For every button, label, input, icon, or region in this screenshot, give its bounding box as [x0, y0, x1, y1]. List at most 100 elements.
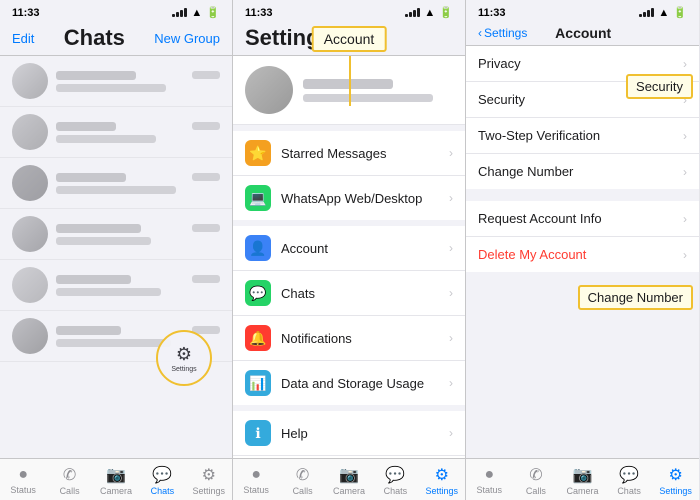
account-row-delete[interactable]: Delete My Account ›: [466, 237, 699, 272]
battery-icon: 🔋: [439, 6, 453, 19]
status-icons-2: ▲ 🔋: [405, 6, 453, 19]
chat-text: [56, 71, 220, 92]
tab-calls[interactable]: ✆ Calls: [52, 465, 88, 496]
chat-list: [0, 56, 232, 362]
status-icon: ●: [18, 466, 28, 484]
settings-row-starred[interactable]: ⭐ Starred Messages ›: [233, 131, 465, 176]
tab-settings-3[interactable]: ⚙ Settings: [658, 465, 694, 496]
chat-item[interactable]: [0, 209, 232, 260]
signal-icon: [405, 8, 420, 17]
settings-icon: ⚙: [202, 465, 216, 485]
time-1: 11:33: [12, 7, 40, 19]
tab-status-3[interactable]: ● Status: [471, 466, 507, 495]
calls-icon: ✆: [63, 465, 76, 485]
signal-icon: [172, 8, 187, 17]
chevron-icon: ›: [449, 146, 453, 160]
status-bar-3: 11:33 ▲ 🔋: [466, 0, 699, 21]
chevron-icon: ›: [683, 57, 687, 71]
status-icons-1: ▲ 🔋: [172, 6, 220, 19]
avatar: [12, 216, 48, 252]
tab-chats[interactable]: 💬 Chats: [144, 465, 180, 496]
settings-row-account[interactable]: 👤 Account ›: [233, 226, 465, 271]
starred-icon: ⭐: [245, 140, 271, 166]
tab-status-2[interactable]: ● Status: [238, 466, 274, 495]
chats-icon: 💬: [619, 465, 639, 485]
camera-icon: 📷: [339, 465, 359, 485]
settings-section-1: ⭐ Starred Messages › 💻 WhatsApp Web/Desk…: [233, 131, 465, 220]
chat-item[interactable]: [0, 107, 232, 158]
chat-item[interactable]: [0, 260, 232, 311]
chat-text: [56, 275, 220, 296]
camera-icon: 📷: [106, 465, 126, 485]
tab-settings-2[interactable]: ⚙ Settings: [424, 465, 460, 496]
tab-camera-label: Camera: [333, 486, 365, 496]
chat-item[interactable]: [0, 56, 232, 107]
two-step-label: Two-Step Verification: [478, 128, 683, 143]
changenumber-label: Change Number: [478, 164, 683, 179]
account-row-changenumber[interactable]: Change Number ›: [466, 154, 699, 189]
new-group-button[interactable]: New Group: [154, 31, 220, 46]
chat-text: [56, 122, 220, 143]
user-name-blur: [303, 79, 393, 89]
settings-row-chats[interactable]: 💬 Chats ›: [233, 271, 465, 316]
help-icon: ℹ: [245, 420, 271, 446]
tab-settings-label: Settings: [659, 486, 692, 496]
data-icon: 📊: [245, 370, 271, 396]
settings-icon: ⚙: [435, 465, 449, 485]
chevron-icon: ›: [683, 165, 687, 179]
battery-icon: 🔋: [673, 6, 687, 19]
web-icon: 💻: [245, 185, 271, 211]
account-row-2step[interactable]: Two-Step Verification ›: [466, 118, 699, 154]
settings-row-help[interactable]: ℹ Help ›: [233, 411, 465, 456]
tab-status[interactable]: ● Status: [5, 466, 41, 495]
data-label: Data and Storage Usage: [281, 376, 439, 391]
settings-content: ⭐ Starred Messages › 💻 WhatsApp Web/Desk…: [233, 56, 465, 458]
notifications-label: Notifications: [281, 331, 439, 346]
tab-camera-3[interactable]: 📷 Camera: [564, 465, 600, 496]
tab-camera[interactable]: 📷 Camera: [98, 465, 134, 496]
tab-calls-3[interactable]: ✆ Calls: [518, 465, 554, 496]
tab-settings-label: Settings: [192, 486, 225, 496]
settings-row-notifications[interactable]: 🔔 Notifications ›: [233, 316, 465, 361]
profile-avatar: [245, 66, 293, 114]
callout-security: Security: [626, 74, 693, 99]
starred-label: Starred Messages: [281, 146, 439, 161]
edit-button[interactable]: Edit: [12, 31, 34, 46]
account-row-request[interactable]: Request Account Info ›: [466, 201, 699, 237]
avatar: [12, 63, 48, 99]
status-bar-2: 11:33 ▲ 🔋: [233, 0, 465, 21]
tab-chats-3[interactable]: 💬 Chats: [611, 465, 647, 496]
tab-calls-2[interactable]: ✆ Calls: [285, 465, 321, 496]
tab-settings[interactable]: ⚙ Settings: [191, 465, 227, 496]
back-label: Settings: [484, 26, 527, 40]
back-button[interactable]: ‹ Settings: [478, 26, 527, 40]
tab-chats-label: Chats: [384, 486, 408, 496]
tab-status-label: Status: [10, 485, 36, 495]
privacy-label: Privacy: [478, 56, 683, 71]
settings-bubble[interactable]: ⚙ Settings: [156, 330, 212, 386]
settings-group-3: ℹ Help › ❤ Tell a Friend ›: [233, 411, 465, 458]
signal-icon: [639, 8, 654, 17]
settings-row-data[interactable]: 📊 Data and Storage Usage ›: [233, 361, 465, 405]
chevron-icon: ›: [683, 129, 687, 143]
tab-camera-2[interactable]: 📷 Camera: [331, 465, 367, 496]
tab-calls-label: Calls: [526, 486, 546, 496]
tab-chats-2[interactable]: 💬 Chats: [377, 465, 413, 496]
avatar: [12, 318, 48, 354]
settings-icon: ⚙: [669, 465, 683, 485]
status-icon: ●: [251, 466, 261, 484]
tab-settings-label: Settings: [425, 486, 458, 496]
back-chevron-icon: ‹: [478, 26, 482, 40]
account-content: Security Privacy › Security › Two-Step V…: [466, 46, 699, 458]
chat-item[interactable]: [0, 158, 232, 209]
tab-bar-2: ● Status ✆ Calls 📷 Camera 💬 Chats ⚙ Sett…: [233, 458, 465, 500]
tab-chats-label: Chats: [617, 486, 641, 496]
tab-calls-label: Calls: [60, 486, 80, 496]
request-label: Request Account Info: [478, 211, 683, 226]
camera-icon: 📷: [573, 465, 593, 485]
account-icon: 👤: [245, 235, 271, 261]
chevron-icon: ›: [683, 212, 687, 226]
chevron-icon: ›: [449, 376, 453, 390]
settings-row-web[interactable]: 💻 WhatsApp Web/Desktop ›: [233, 176, 465, 220]
chats-title: Chats: [64, 25, 125, 51]
